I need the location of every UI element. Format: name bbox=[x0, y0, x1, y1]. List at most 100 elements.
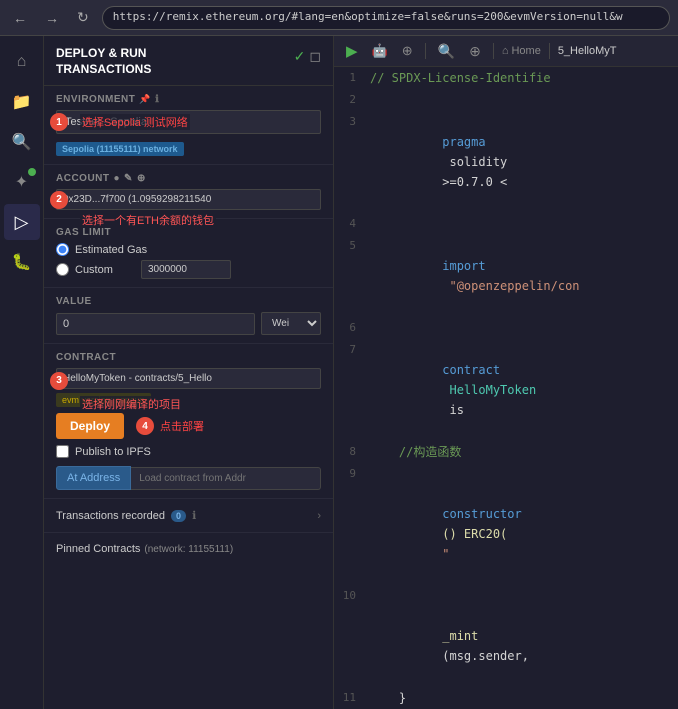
back-button[interactable]: ← bbox=[8, 8, 32, 28]
sidebar-item-debug[interactable]: 🐛 bbox=[4, 244, 40, 280]
sidebar-item-files[interactable]: 📁 bbox=[4, 84, 40, 120]
account-input[interactable] bbox=[56, 189, 321, 210]
app-container: ⌂ 📁 🔍 ✦ ▷ 🐛 DEPLOY & RUN TRANSACTIONS ✓ … bbox=[0, 36, 678, 709]
gas-limit-label: GAS LIMIT bbox=[56, 227, 321, 238]
zoom-out-button[interactable]: 🔍 bbox=[434, 41, 459, 62]
estimated-gas-row: Estimated Gas bbox=[56, 243, 321, 256]
toolbar: ▶ 🤖 ⊕ 🔍 ⊕ ⌂ Home 5_HelloMyT bbox=[334, 36, 678, 67]
sidebar-item-home[interactable]: ⌂ bbox=[4, 44, 40, 80]
toolbar-separator-3 bbox=[549, 43, 550, 59]
url-bar[interactable]: https://remix.ethereum.org/#lang=en&opti… bbox=[102, 6, 670, 30]
annotation-2-circle: 2 bbox=[50, 191, 68, 209]
code-content[interactable]: 1 // SPDX-License-Identifie 2 3 pragma s… bbox=[334, 67, 678, 709]
contract-label: CONTRACT bbox=[56, 352, 321, 363]
estimated-gas-label: Estimated Gas bbox=[75, 244, 147, 256]
home-icon: ⌂ bbox=[17, 53, 27, 71]
code-line-6: 6 bbox=[334, 317, 678, 339]
panel-header: DEPLOY & RUN TRANSACTIONS ✓ ◻ bbox=[44, 36, 333, 86]
code-line-3: 3 pragma solidity >=0.7.0 < bbox=[334, 111, 678, 213]
line-code-7: contract HelloMyToken is bbox=[366, 340, 536, 440]
environment-label: ENVIRONMENT 📌 ℹ bbox=[56, 94, 321, 105]
line-num-7: 7 bbox=[334, 340, 366, 360]
code-area: ▶ 🤖 ⊕ 🔍 ⊕ ⌂ Home 5_HelloMyT 1 // SPDX-Li… bbox=[334, 36, 678, 709]
play-button[interactable]: ▶ bbox=[342, 40, 362, 62]
account-copy-icon[interactable]: ⊕ bbox=[137, 173, 146, 184]
robot-icon[interactable]: 🤖 bbox=[368, 41, 392, 61]
panel-title: DEPLOY & RUN TRANSACTIONS bbox=[56, 46, 151, 77]
home-nav[interactable]: ⌂ Home bbox=[502, 45, 541, 57]
refresh-button[interactable]: ↻ bbox=[72, 7, 94, 28]
line-num-4: 4 bbox=[334, 214, 366, 234]
annotation-1-text: 选择Sepolia 测试网络 bbox=[80, 114, 190, 130]
pin-icon: 📌 bbox=[139, 94, 151, 105]
contract-section: CONTRACT 3 选择刚刚编译的项目 evm version: cancun… bbox=[44, 344, 333, 499]
network-badge: Sepolia (11155111) network bbox=[56, 142, 184, 156]
annotation-4-circle: 4 bbox=[136, 417, 154, 435]
value-input[interactable] bbox=[56, 313, 255, 335]
line-code-1: // SPDX-License-Identifie bbox=[366, 68, 551, 88]
toggle-icon[interactable]: ⊕ bbox=[398, 41, 417, 61]
code-line-4: 4 bbox=[334, 213, 678, 235]
code-line-10: 10 _mint (msg.sender, bbox=[334, 585, 678, 687]
custom-gas-label: Custom bbox=[75, 264, 135, 276]
line-code-11: } bbox=[366, 688, 406, 708]
sidebar-item-deploy[interactable]: ▷ bbox=[4, 204, 40, 240]
stop-icon[interactable]: ◻ bbox=[309, 48, 321, 65]
code-line-5: 5 import "@openzeppelin/con bbox=[334, 235, 678, 317]
line-code-10: _mint (msg.sender, bbox=[366, 586, 529, 686]
annotation-2-text: 选择一个有ETH余额的钱包 bbox=[80, 212, 216, 228]
tx-count-badge: 0 bbox=[171, 510, 186, 522]
code-line-9: 9 constructor () ERC20( " bbox=[334, 463, 678, 585]
publish-checkbox[interactable] bbox=[56, 445, 69, 458]
contract-input[interactable] bbox=[56, 368, 321, 389]
at-address-input[interactable] bbox=[131, 467, 321, 490]
custom-gas-radio[interactable] bbox=[56, 263, 69, 276]
pinned-row: Pinned Contracts (network: 11155111) bbox=[44, 533, 333, 565]
sidebar-item-search[interactable]: 🔍 bbox=[4, 124, 40, 160]
search-icon: 🔍 bbox=[12, 132, 32, 152]
transactions-row[interactable]: Transactions recorded 0 ℹ › bbox=[44, 499, 333, 533]
sidebar-item-compile[interactable]: ✦ bbox=[4, 164, 40, 200]
zoom-in-button[interactable]: ⊕ bbox=[465, 41, 485, 62]
line-num-9: 9 bbox=[334, 464, 366, 484]
home-nav-label: Home bbox=[511, 45, 540, 57]
line-num-3: 3 bbox=[334, 112, 366, 132]
deploy-panel: DEPLOY & RUN TRANSACTIONS ✓ ◻ ENVIRONMEN… bbox=[44, 36, 334, 709]
annotation-4-text: 点击部署 bbox=[160, 418, 204, 434]
annotation-3-circle: 3 bbox=[50, 372, 68, 390]
check-icon[interactable]: ✓ bbox=[294, 48, 306, 65]
deploy-icon: ▷ bbox=[15, 212, 29, 233]
panel-header-icons: ✓ ◻ bbox=[294, 48, 321, 65]
custom-gas-row: Custom bbox=[56, 260, 321, 279]
at-address-row: At Address bbox=[56, 466, 321, 490]
value-label: VALUE bbox=[56, 296, 321, 307]
line-num-6: 6 bbox=[334, 318, 366, 338]
tx-chevron-icon[interactable]: › bbox=[317, 510, 321, 522]
tx-info-icon[interactable]: ℹ bbox=[192, 509, 196, 522]
line-code-3: pragma solidity >=0.7.0 < bbox=[366, 112, 515, 212]
deploy-button[interactable]: Deploy bbox=[56, 413, 124, 439]
forward-button[interactable]: → bbox=[40, 8, 64, 28]
home-nav-icon: ⌂ bbox=[502, 45, 509, 57]
account-section: ACCOUNT ● ✎ ⊕ 2 选择一个有ETH余额的钱包 bbox=[44, 165, 333, 219]
account-plus-icon[interactable]: ● bbox=[114, 173, 121, 184]
custom-gas-input[interactable] bbox=[141, 260, 231, 279]
line-num-1: 1 bbox=[334, 68, 366, 88]
line-num-11: 11 bbox=[334, 688, 366, 708]
line-num-8: 8 bbox=[334, 442, 366, 462]
line-code-5: import "@openzeppelin/con bbox=[366, 236, 580, 316]
unit-select[interactable]: Wei Gwei Finney Ether bbox=[261, 312, 321, 335]
deploy-row: Deploy 4 点击部署 bbox=[56, 413, 321, 439]
at-address-button[interactable]: At Address bbox=[56, 466, 131, 490]
value-section: VALUE Wei Gwei Finney Ether bbox=[44, 288, 333, 344]
code-line-11: 11 } bbox=[334, 687, 678, 709]
account-edit-icon[interactable]: ✎ bbox=[124, 173, 133, 184]
environment-section: ENVIRONMENT 📌 ℹ Testnet - Sepolia 1 选择Se… bbox=[44, 86, 333, 165]
debug-icon: 🐛 bbox=[12, 252, 32, 272]
environment-info-icon[interactable]: ℹ bbox=[155, 94, 159, 105]
estimated-gas-radio[interactable] bbox=[56, 243, 69, 256]
code-line-2: 2 bbox=[334, 89, 678, 111]
account-label: ACCOUNT ● ✎ ⊕ bbox=[56, 173, 321, 184]
publish-row: Publish to IPFS bbox=[56, 445, 321, 458]
tab-file-label[interactable]: 5_HelloMyT bbox=[558, 45, 617, 57]
